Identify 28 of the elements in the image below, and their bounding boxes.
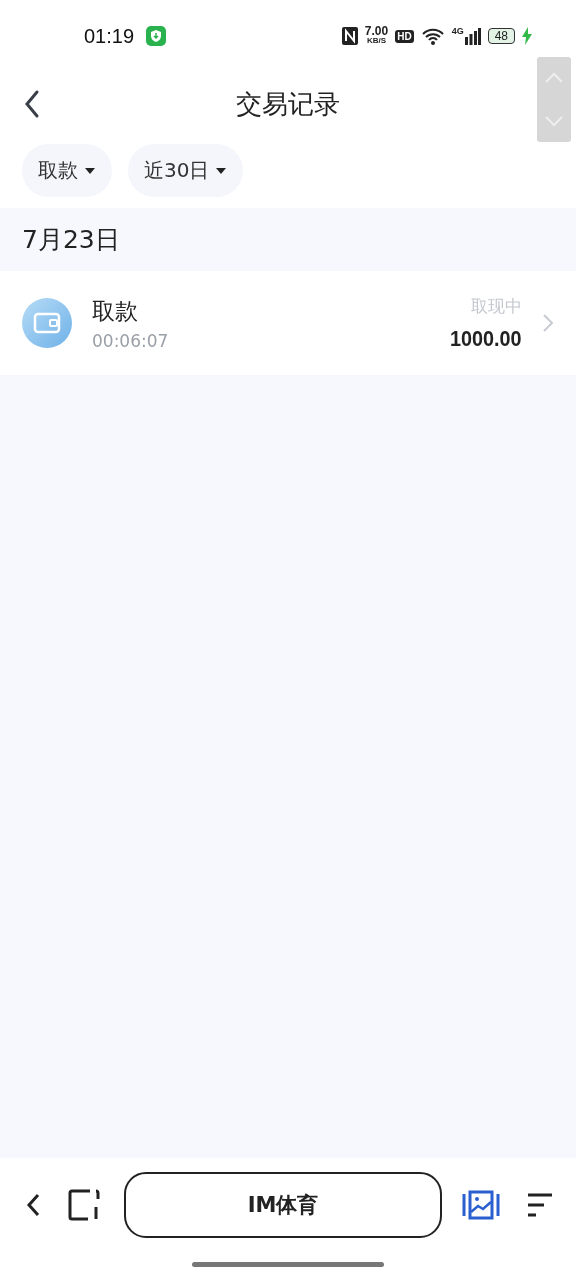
shield-icon (146, 26, 167, 46)
site-title-button[interactable]: IM体育 (124, 1172, 442, 1238)
network-speed: 7.00 (364, 27, 389, 36)
clock: 01:19 (84, 24, 135, 48)
menu-icon[interactable] (526, 1193, 554, 1217)
filter-dropdown[interactable]: 取款 (22, 144, 112, 197)
filter-dropdown[interactable]: 近30日 (128, 144, 244, 197)
nfc-icon (341, 27, 358, 45)
wifi-icon (420, 27, 445, 45)
wallet-icon (22, 298, 72, 348)
transaction-title: 取款 (92, 296, 139, 326)
hd-badge: HD (395, 29, 414, 43)
transaction-row[interactable]: 取款 00:06:07 取现中 1000.00 (0, 271, 576, 375)
transaction-time: 00:06:07 (92, 330, 170, 351)
tabs-icon[interactable] (68, 1189, 100, 1221)
gallery-icon[interactable] (462, 1190, 500, 1220)
caret-icon (215, 166, 228, 175)
caret-icon (84, 166, 96, 175)
transaction-status: 取现中 (471, 294, 522, 318)
chevron-right-icon (542, 313, 554, 333)
transaction-amount: 1000.00 (450, 325, 522, 352)
speed-unit: KB/S (366, 36, 387, 45)
network-type: 4G (451, 26, 464, 36)
battery-level: 48 (487, 28, 515, 44)
page-title: 交易记录 (235, 87, 341, 121)
signal-icon (464, 27, 481, 45)
back-icon[interactable] (24, 1192, 42, 1218)
date-header: 7月23日 (21, 224, 121, 256)
